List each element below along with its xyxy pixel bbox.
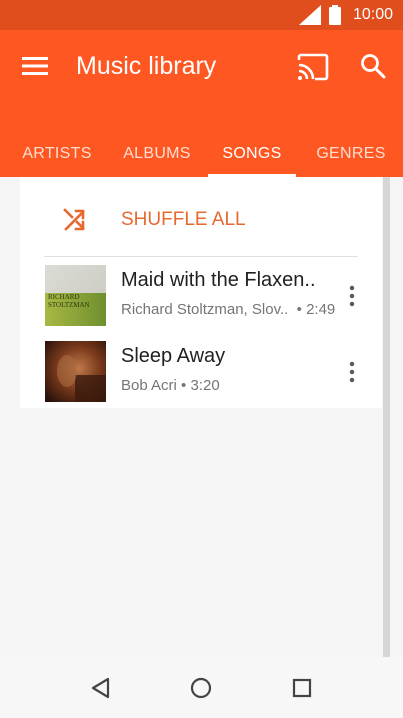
album-art: RICHARD STOLTZMAN bbox=[45, 265, 106, 326]
tab-genres[interactable]: GENRES bbox=[306, 130, 396, 177]
status-bar: 10:00 bbox=[0, 0, 403, 30]
signal-icon bbox=[298, 5, 321, 25]
battery-icon bbox=[328, 5, 341, 25]
more-options-icon[interactable] bbox=[346, 361, 358, 383]
tab-artists[interactable]: ARTISTS bbox=[14, 130, 100, 177]
tab-bar: ARTISTS ALBUMS SONGS GENRES bbox=[0, 130, 403, 177]
scrollbar[interactable] bbox=[383, 177, 390, 657]
back-icon[interactable] bbox=[86, 673, 116, 703]
album-art-text-1: RICHARD bbox=[48, 293, 80, 301]
song-title: Maid with the Flaxen.. bbox=[121, 269, 316, 291]
page-title: Music library bbox=[76, 52, 217, 80]
more-options-icon[interactable] bbox=[346, 285, 358, 307]
song-artist: Richard Stoltzman, Slov.. bbox=[121, 301, 289, 318]
song-item-sleep-away[interactable]: Sleep Away Bob Acri • 3:20 bbox=[20, 333, 382, 409]
navigation-bar bbox=[0, 657, 403, 718]
song-separator: • bbox=[181, 377, 187, 394]
status-time: 10:00 bbox=[352, 6, 393, 23]
shuffle-icon bbox=[63, 208, 85, 231]
recents-icon[interactable] bbox=[287, 673, 317, 703]
song-duration: 2:49 bbox=[306, 301, 336, 318]
app-bar: Music library ARTISTS ALBUMS SONGS GENRE… bbox=[0, 30, 403, 177]
song-title: Sleep Away bbox=[121, 345, 226, 367]
home-icon[interactable] bbox=[186, 673, 216, 703]
menu-icon[interactable] bbox=[22, 54, 48, 78]
cast-icon[interactable] bbox=[296, 52, 330, 82]
song-subtitle: Richard Stoltzman, Slov.. • 2:49 bbox=[121, 301, 335, 318]
song-item-maid-with-the-flaxen[interactable]: RICHARD STOLTZMAN Maid with the Flaxen..… bbox=[20, 257, 382, 333]
song-duration: 3:20 bbox=[190, 377, 220, 394]
song-artist: Bob Acri bbox=[121, 377, 177, 394]
tab-albums[interactable]: ALBUMS bbox=[114, 130, 200, 177]
tab-songs[interactable]: SONGS bbox=[208, 130, 296, 177]
song-list: SHUFFLE ALL RICHARD STOLTZMAN Maid with … bbox=[20, 177, 382, 408]
album-art bbox=[45, 341, 106, 402]
album-art-text-2: STOLTZMAN bbox=[48, 301, 90, 309]
shuffle-all-label: SHUFFLE ALL bbox=[121, 209, 246, 230]
song-separator: • bbox=[296, 301, 302, 318]
shuffle-all-button[interactable]: SHUFFLE ALL bbox=[20, 177, 382, 257]
search-icon[interactable] bbox=[359, 52, 387, 80]
song-subtitle: Bob Acri • 3:20 bbox=[121, 377, 220, 394]
